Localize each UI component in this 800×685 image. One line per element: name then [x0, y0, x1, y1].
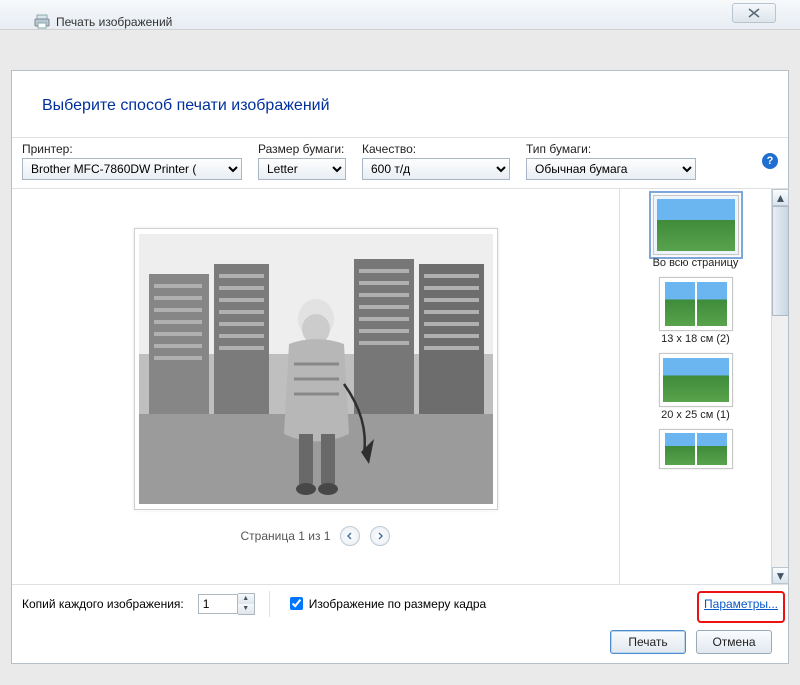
chevron-right-icon: [376, 532, 384, 540]
help-button[interactable]: ?: [762, 153, 778, 169]
paper-type-combo[interactable]: Обычная бумага: [526, 158, 696, 180]
layout-label: 20 x 25 см (1): [661, 409, 730, 421]
paper-size-label: Размер бумаги:: [258, 142, 346, 156]
printer-label: Принтер:: [22, 142, 242, 156]
scroll-down-button[interactable]: ▼: [772, 567, 789, 584]
paper-type-label: Тип бумаги:: [526, 142, 696, 156]
fit-frame-checkbox[interactable]: Изображение по размеру кадра: [290, 597, 486, 611]
printer-combo[interactable]: Brother MFC-7860DW Printer (: [22, 158, 242, 180]
layouts-pane: Во всю страницу 13 x 18 см (2) 20 x 25 с…: [619, 189, 771, 584]
paper-size-combo[interactable]: Letter: [258, 158, 346, 180]
main-area: Страница 1 из 1 Во всю страницу 13 x 18 …: [12, 189, 788, 584]
copies-label: Копий каждого изображения:: [22, 597, 184, 611]
printer-icon: [34, 14, 50, 30]
layout-extra[interactable]: [659, 429, 733, 469]
copies-spinner[interactable]: ▲ ▼: [198, 593, 255, 615]
spin-down-button[interactable]: ▼: [238, 604, 254, 614]
layout-20x25[interactable]: 20 x 25 см (1): [659, 353, 733, 421]
preview-frame: [134, 228, 498, 510]
layout-13x18[interactable]: 13 x 18 см (2): [659, 277, 733, 345]
dialog-buttons: Печать Отмена: [12, 622, 788, 662]
layouts-scrollbar[interactable]: ▲ ▼: [771, 189, 788, 584]
window-title: Печать изображений: [34, 14, 172, 30]
options-row: Принтер: Brother MFC-7860DW Printer ( Ра…: [12, 137, 788, 189]
quality-combo[interactable]: 600 т/д: [362, 158, 510, 180]
next-page-button[interactable]: [370, 526, 390, 546]
print-button[interactable]: Печать: [610, 630, 686, 654]
preview-image: [139, 234, 493, 504]
paging: Страница 1 из 1: [241, 526, 391, 546]
fit-frame-label: Изображение по размеру кадра: [309, 597, 486, 611]
layout-label: Во всю страницу: [653, 257, 739, 269]
prev-page-button[interactable]: [340, 526, 360, 546]
dialog-header-text: Выберите способ печати изображений: [42, 97, 788, 115]
spin-up-button[interactable]: ▲: [238, 594, 254, 604]
fit-frame-input[interactable]: [290, 597, 303, 610]
parameters-link[interactable]: Параметры...: [704, 597, 778, 611]
window-title-text: Печать изображений: [56, 15, 172, 29]
scroll-thumb[interactable]: [772, 206, 789, 316]
chevron-left-icon: [346, 532, 354, 540]
cancel-button[interactable]: Отмена: [696, 630, 772, 654]
close-button[interactable]: [732, 3, 776, 23]
page-indicator: Страница 1 из 1: [241, 529, 331, 543]
close-icon: [748, 8, 760, 18]
print-dialog: Выберите способ печати изображений Принт…: [11, 70, 789, 664]
scroll-up-button[interactable]: ▲: [772, 189, 789, 206]
layout-full-page[interactable]: Во всю страницу: [653, 195, 739, 269]
preview-pane: Страница 1 из 1: [12, 189, 619, 584]
copies-input[interactable]: [198, 594, 238, 614]
quality-label: Качество:: [362, 142, 510, 156]
layout-label: 13 x 18 см (2): [661, 333, 730, 345]
dialog-header: Выберите способ печати изображений: [12, 71, 788, 137]
footer: Копий каждого изображения: ▲ ▼ Изображен…: [12, 584, 788, 622]
